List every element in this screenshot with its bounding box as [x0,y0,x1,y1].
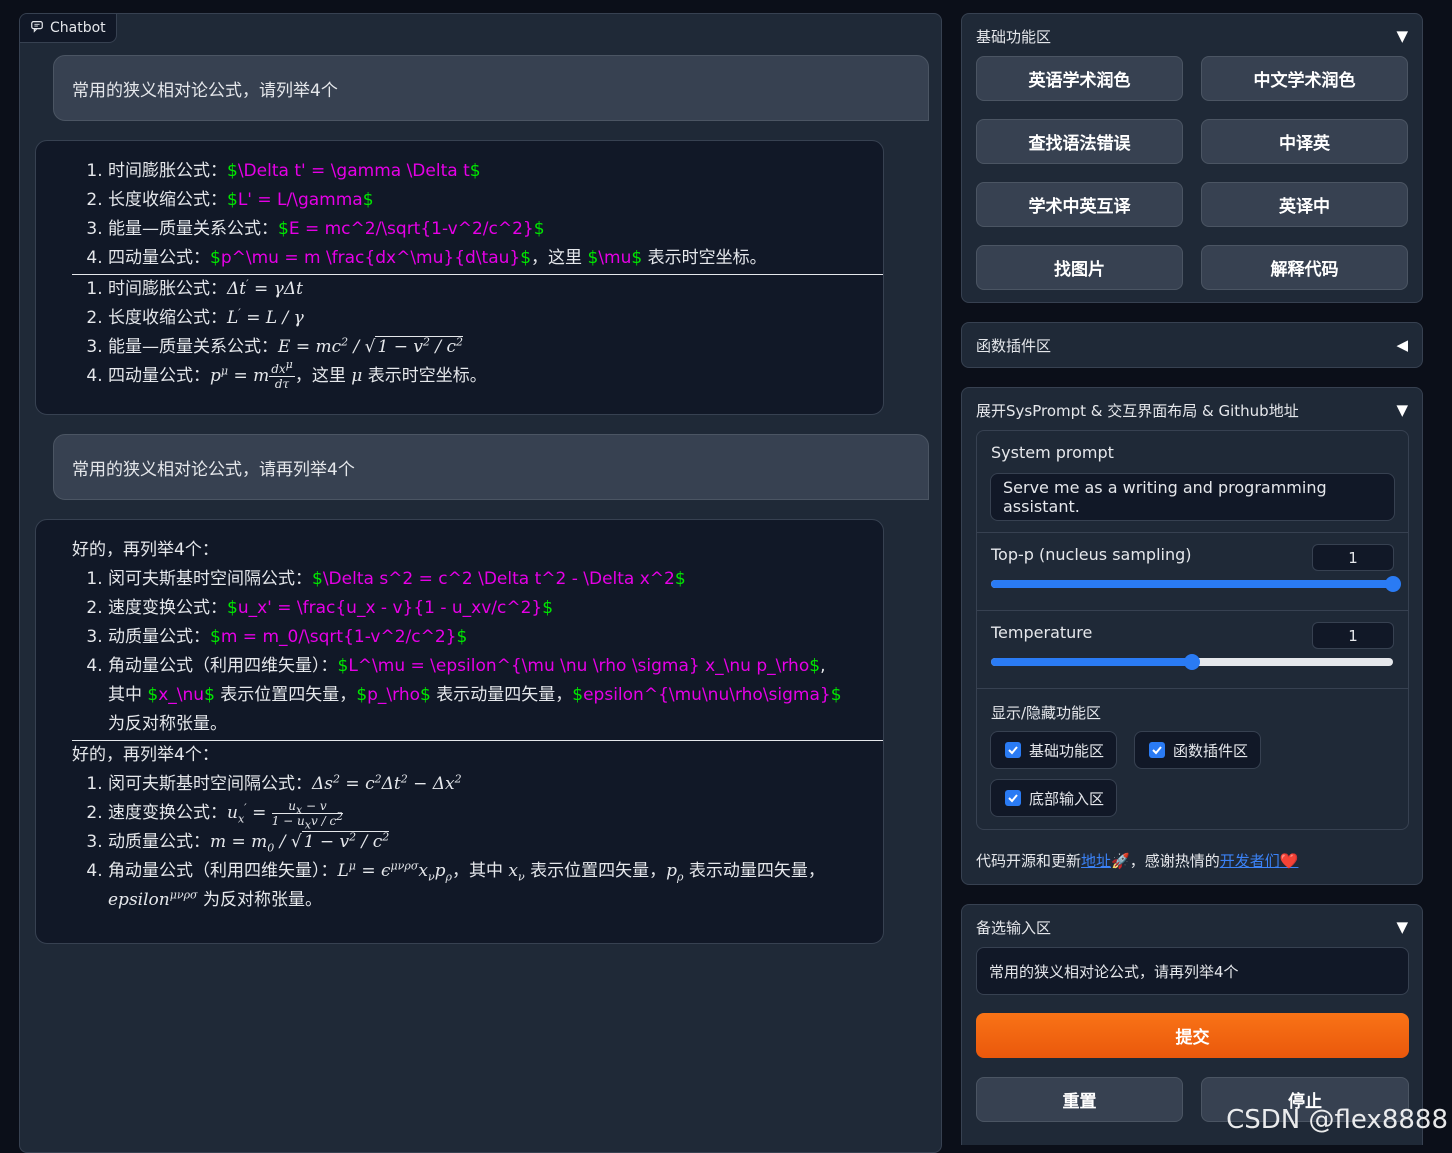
bot-intro: 好的，再列举4个： [72,745,219,765]
reset-button[interactable]: 重置 [976,1077,1183,1122]
chatbot-label: Chatbot [20,14,117,43]
system-prompt-label: System prompt [991,443,1114,462]
heart-icon: ❤️ [1279,852,1299,870]
rendered-formula-list: 闵可夫斯基时空间隔公式：Δs2 = c2Δt2 − Δx2 速度变换公式：ux′… [72,770,865,915]
settings-block: System prompt Serve me as a writing and … [976,430,1409,830]
temperature-slider-fill [991,658,1192,666]
list-item: 闵可夫斯基时空间隔公式：$\Delta s^2 = c^2 \Delta t^2… [108,565,865,594]
divider [977,532,1408,533]
zh-to-en-button[interactable]: 中译英 [1201,119,1408,164]
top-p-slider[interactable] [991,576,1401,592]
repo-link[interactable]: 地址 [1081,852,1111,870]
user-message-text: 常用的狭义相对论公式，请再列举4个 [72,459,355,480]
list-item: 能量—质量关系公式：$E = mc^2/\sqrt{1-v^2/c^2}$ [108,215,865,244]
list-item: 四动量公式：pμ = mdxμdτ，这里 μ 表示时空坐标。 [108,359,865,391]
collapse-arrow-icon[interactable]: ▼ [1396,27,1408,45]
raw-formula-list: 闵可夫斯基时空间隔公式：$\Delta s^2 = c^2 \Delta t^2… [72,565,865,739]
collapse-arrow-icon[interactable]: ▼ [1396,401,1408,419]
sysprompt-panel-header[interactable]: 展开SysPrompt & 交互界面布局 & Github地址 ▼ [962,388,1422,432]
list-item: 长度收缩公式：$L' = L/\gamma$ [108,186,865,215]
basic-functions-header[interactable]: 基础功能区 ▼ [962,14,1422,58]
submit-button[interactable]: 提交 [976,1013,1409,1058]
basic-button-grid: 英语学术润色 中文学术润色 查找语法错误 中译英 学术中英互译 英译中 找图片 … [976,56,1408,290]
list-item: 动质量公式：$m = m_0/\sqrt{1-v^2/c^2}$ [108,623,865,652]
list-item: 角动量公式（利用四维矢量）：Lμ = ϵμνρσxνpρ，其中 xν 表示位置四… [108,857,865,915]
rocket-icon: 🚀 [1111,852,1130,870]
top-p-slider-thumb[interactable] [1385,576,1401,592]
plugin-panel: 函数插件区 ◀ [961,322,1423,368]
find-image-button[interactable]: 找图片 [976,245,1183,290]
raw-formula-list: 时间膨胀公式：$\Delta t' = \gamma \Delta t$ 长度收… [72,157,865,273]
temperature-slider[interactable] [991,654,1393,670]
system-prompt-input[interactable]: Serve me as a writing and programming as… [990,473,1395,521]
bot-message: 好的，再列举4个： 闵可夫斯基时空间隔公式：$\Delta s^2 = c^2 … [35,519,884,944]
expand-arrow-icon[interactable]: ◀ [1396,336,1408,354]
latex-source: L' = L/\gamma [237,190,363,210]
watermark: CSDN @flex8888 [1226,1105,1448,1135]
latex-source: E = mc^2/\sqrt{1-v^2/c^2} [288,219,534,239]
latex-source: p^\mu = m \frac{dx^\mu}{d\tau} [220,248,521,268]
checkbox-checked-icon[interactable] [1005,790,1021,806]
explain-code-button[interactable]: 解释代码 [1201,245,1408,290]
checkbox-bottom-input[interactable]: 底部输入区 [990,779,1118,817]
academic-translate-button[interactable]: 学术中英互译 [976,182,1183,227]
panel-title: 基础功能区 [976,27,1052,46]
footer-credits: 代码开源和更新地址🚀，感谢热情的开发者们❤️ [976,852,1299,870]
collapse-arrow-icon[interactable]: ▼ [1396,918,1408,936]
bot-message: 时间膨胀公式：$\Delta t' = \gamma \Delta t$ 长度收… [35,140,884,415]
grammar-check-button[interactable]: 查找语法错误 [976,119,1183,164]
alt-input-header[interactable]: 备选输入区 ▼ [962,905,1422,949]
top-p-label: Top-p (nucleus sampling) [991,545,1192,564]
checkbox-checked-icon[interactable] [1005,742,1021,758]
chatbot-panel: Chatbot 常用的狭义相对论公式，请列举4个 时间膨胀公式：$\Delta … [19,13,942,1153]
checkbox-plugins[interactable]: 函数插件区 [1134,731,1262,769]
user-message: 常用的狭义相对论公式，请列举4个 [53,55,929,121]
user-message-text: 常用的狭义相对论公式，请列举4个 [72,80,338,101]
visibility-label: 显示/隐藏功能区 [991,704,1102,722]
checkbox-checked-icon[interactable] [1149,742,1165,758]
divider [977,688,1408,689]
list-item: 速度变换公式：ux′ = ux − v1 − uxv / c2 [108,799,865,830]
latex-source: \Delta t' = \gamma \Delta t [237,161,470,181]
panel-title: 函数插件区 [976,336,1052,355]
list-item: 长度收缩公式：L′ = L / γ [108,304,865,333]
bot-intro: 好的，再列举4个： [72,540,219,560]
temperature-slider-thumb[interactable] [1184,654,1200,670]
chinese-polish-button[interactable]: 中文学术润色 [1201,56,1408,101]
chatbot-label-text: Chatbot [50,20,106,36]
temperature-label: Temperature [991,623,1093,642]
list-item: 角动量公式（利用四维矢量）：$L^\mu = \epsilon^{\mu \nu… [108,652,865,739]
list-item: 速度变换公式：$u_x' = \frac{u_x - v}{1 - u_xv/c… [108,594,865,623]
chat-bubble-icon [30,19,44,37]
divider [977,610,1408,611]
list-item: 四动量公式：$p^\mu = m \frac{dx^\mu}{d\tau}$，这… [108,244,865,273]
checkbox-basic-functions[interactable]: 基础功能区 [990,731,1118,769]
panel-title: 备选输入区 [976,918,1052,937]
top-p-slider-fill [991,580,1393,588]
plugin-panel-header[interactable]: 函数插件区 ◀ [962,323,1422,367]
sysprompt-panel: 展开SysPrompt & 交互界面布局 & Github地址 ▼ System… [961,387,1423,885]
contributors-link[interactable]: 开发者们❤️ [1220,852,1299,870]
rendered-formula-list: 时间膨胀公式：Δt′ = γΔt 长度收缩公式：L′ = L / γ 能量—质量… [72,275,865,391]
panel-title: 展开SysPrompt & 交互界面布局 & Github地址 [976,401,1299,420]
list-item: 时间膨胀公式：$\Delta t' = \gamma \Delta t$ [108,157,865,186]
top-p-number-input[interactable]: 1 [1312,544,1394,571]
list-item: 时间膨胀公式：Δt′ = γΔt [108,275,865,304]
list-item: 闵可夫斯基时空间隔公式：Δs2 = c2Δt2 − Δx2 [108,770,865,799]
user-message: 常用的狭义相对论公式，请再列举4个 [53,434,929,500]
alt-input-textbox[interactable]: 常用的狭义相对论公式，请再列举4个 [976,947,1409,995]
list-item: 动质量公式：m = m0 / √1 − v2 / c2 [108,828,865,857]
english-polish-button[interactable]: 英语学术润色 [976,56,1183,101]
list-item: 能量—质量关系公式：E = mc2 / √1 − v2 / c2 [108,333,865,362]
en-to-zh-button[interactable]: 英译中 [1201,182,1408,227]
temperature-number-input[interactable]: 1 [1312,622,1394,649]
basic-functions-panel: 基础功能区 ▼ 英语学术润色 中文学术润色 查找语法错误 中译英 学术中英互译 … [961,13,1423,303]
